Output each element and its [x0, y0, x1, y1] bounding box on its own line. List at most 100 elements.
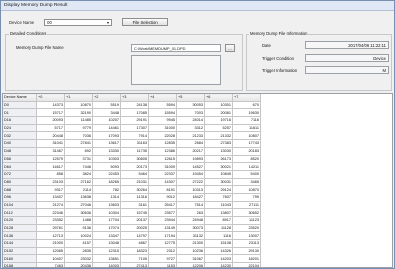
table-cell[interactable]: 15108 [204, 239, 233, 248]
table-cell[interactable]: 18427 [176, 192, 205, 202]
table-cell[interactable]: 31009 [148, 162, 177, 171]
table-row[interactable]: D32 20448 7036 17093 7914 22028 21233 21332 1080… [2, 131, 261, 141]
table-cell[interactable]: 8917 [204, 216, 233, 225]
table-cell[interactable]: 27162 [64, 177, 93, 187]
table-cell[interactable]: 17194 [148, 231, 177, 241]
column-header[interactable]: +6 [204, 93, 233, 102]
table-cell[interactable]: 9136 [64, 223, 93, 233]
table-cell[interactable]: 12206 [176, 262, 205, 268]
table-cell[interactable]: 10807 [232, 131, 261, 141]
table-cell[interactable]: 12579 [36, 154, 65, 164]
table-row[interactable]: D1 15717 32190 3448 17085 15594 7003 20081 19630 [2, 108, 261, 118]
table-cell[interactable]: 21300 [176, 239, 205, 248]
table-cell[interactable]: 11316 [120, 192, 149, 202]
table-cell[interactable]: 1488 [64, 216, 93, 225]
table-cell[interactable]: 2312 [148, 246, 177, 256]
table-cell[interactable]: 11043 [204, 200, 233, 210]
table-cell[interactable]: 14527 [176, 162, 205, 171]
table-cell[interactable]: 19454 [176, 169, 205, 179]
table-cell[interactable]: 9779 [64, 123, 93, 133]
table-cell[interactable]: 7446 [64, 162, 93, 171]
row-device-name[interactable]: D152 [2, 246, 37, 256]
table-cell[interactable]: 7914 [120, 131, 149, 141]
file-path-field[interactable]: C:\Work\MEMDUMP_01.DPD [131, 44, 221, 52]
table-cell[interactable]: 31000 [148, 123, 177, 133]
table-row[interactable]: D40 31041 27841 13617 31163 12835 2684 27383 177… [2, 139, 261, 148]
table-cell[interactable]: 8191 [148, 185, 177, 194]
table-cell[interactable]: 5400 [232, 169, 261, 179]
table-cell[interactable]: 5519 [92, 100, 121, 110]
row-device-name[interactable]: D0 [2, 100, 37, 110]
row-device-name[interactable]: D120 [2, 216, 37, 225]
table-cell[interactable]: 7514 [176, 200, 205, 210]
table-cell[interactable]: 22337 [148, 169, 177, 179]
row-device-name[interactable]: D144 [2, 239, 37, 248]
table-cell[interactable]: 263 [176, 208, 205, 217]
memory-dump-table[interactable]: Device Name +0 +1 +2 +3 +4 +5 +6 +7 D0 14… [2, 93, 261, 268]
row-device-name[interactable]: D64 [2, 162, 37, 171]
column-header[interactable]: Device Name [2, 93, 37, 102]
table-cell[interactable]: 13638 [64, 192, 93, 202]
table-cell[interactable]: 29130 [232, 246, 261, 256]
table-cell[interactable]: 3448 [92, 108, 121, 118]
table-cell[interactable]: 27413 [120, 262, 149, 268]
table-cell[interactable]: 5717 [36, 123, 65, 133]
table-cell[interactable]: 14003 [92, 262, 121, 268]
table-cell[interactable]: 13347 [92, 231, 121, 241]
table-cell[interactable]: 21000 [36, 239, 65, 248]
table-cell[interactable]: 2114 [64, 185, 93, 194]
table-cell[interactable]: 12615 [148, 154, 177, 164]
table-cell[interactable]: 11128 [204, 223, 233, 233]
table-cell[interactable]: 12775 [148, 239, 177, 248]
table-cell[interactable]: 10303 [92, 154, 121, 164]
table-cell[interactable]: 30073 [176, 223, 205, 233]
table-cell[interactable]: 22028 [148, 131, 177, 141]
row-device-name[interactable]: D136 [2, 231, 37, 241]
table-cell[interactable]: 24014 [176, 116, 205, 125]
table-cell[interactable]: 29124 [204, 185, 233, 194]
table-cell[interactable]: 21274 [36, 200, 65, 210]
table-row[interactable]: D112 22346 30636 10304 15745 23577 263 13807 306… [2, 208, 261, 217]
table-row[interactable]: D64 14617 7446 5093 20173 31009 14527 30021 1421… [2, 162, 261, 171]
table-cell[interactable]: 2684 [176, 139, 205, 148]
table-cell[interactable]: 20183 [232, 146, 261, 156]
table-cell[interactable]: 20217 [176, 146, 205, 156]
row-device-name[interactable]: D16 [2, 116, 37, 125]
table-cell[interactable]: 18201 [232, 254, 261, 264]
table-cell[interactable]: 24138 [120, 100, 149, 110]
table-cell[interactable]: 22453 [92, 169, 121, 179]
table-cell[interactable]: 799 [232, 192, 261, 202]
table-cell[interactable]: 23032 [64, 254, 93, 264]
table-cell[interactable]: 30053 [176, 100, 205, 110]
table-cell[interactable]: 23103 [36, 177, 65, 187]
row-device-name[interactable]: D96 [2, 192, 37, 202]
table-row[interactable]: D152 12065 2835 12315 18323 2312 10236 14326 291… [2, 246, 261, 256]
table-cell[interactable]: 10407 [36, 254, 65, 264]
table-cell[interactable]: 20436 [64, 262, 93, 268]
table-row[interactable]: D80 23103 27162 18265 21031 14307 27222 30031 34… [2, 177, 261, 187]
table-cell[interactable]: 27383 [204, 139, 233, 148]
table-cell[interactable]: 858 [36, 169, 65, 179]
table-cell[interactable]: 30264 [120, 185, 149, 194]
browse-button[interactable]: ... [225, 44, 235, 52]
table-cell[interactable]: 13330 [92, 146, 121, 156]
table-cell[interactable]: 23577 [148, 208, 177, 217]
row-device-name[interactable]: D160 [2, 254, 37, 264]
table-cell[interactable]: 10024 [64, 231, 93, 241]
column-header[interactable]: +1 [64, 93, 93, 102]
table-cell[interactable]: 31132 [176, 231, 205, 241]
table-cell[interactable]: 20137 [120, 216, 149, 225]
table-cell[interactable]: 10870 [232, 185, 261, 194]
row-device-name[interactable]: D80 [2, 177, 37, 187]
row-device-name[interactable]: D24 [2, 123, 37, 133]
table-cell[interactable]: 5093 [92, 162, 121, 171]
table-cell[interactable]: 20448 [36, 131, 65, 141]
table-cell[interactable]: 1116 [204, 231, 233, 241]
table-cell[interactable]: 3824 [64, 169, 93, 179]
table-cell[interactable]: 20093 [36, 116, 65, 125]
table-cell[interactable]: 11611 [232, 123, 261, 133]
row-device-name[interactable]: D128 [2, 223, 37, 233]
table-cell[interactable]: 15717 [36, 108, 65, 118]
table-cell[interactable]: 17085 [120, 108, 149, 118]
table-cell[interactable]: 25417 [148, 200, 177, 210]
